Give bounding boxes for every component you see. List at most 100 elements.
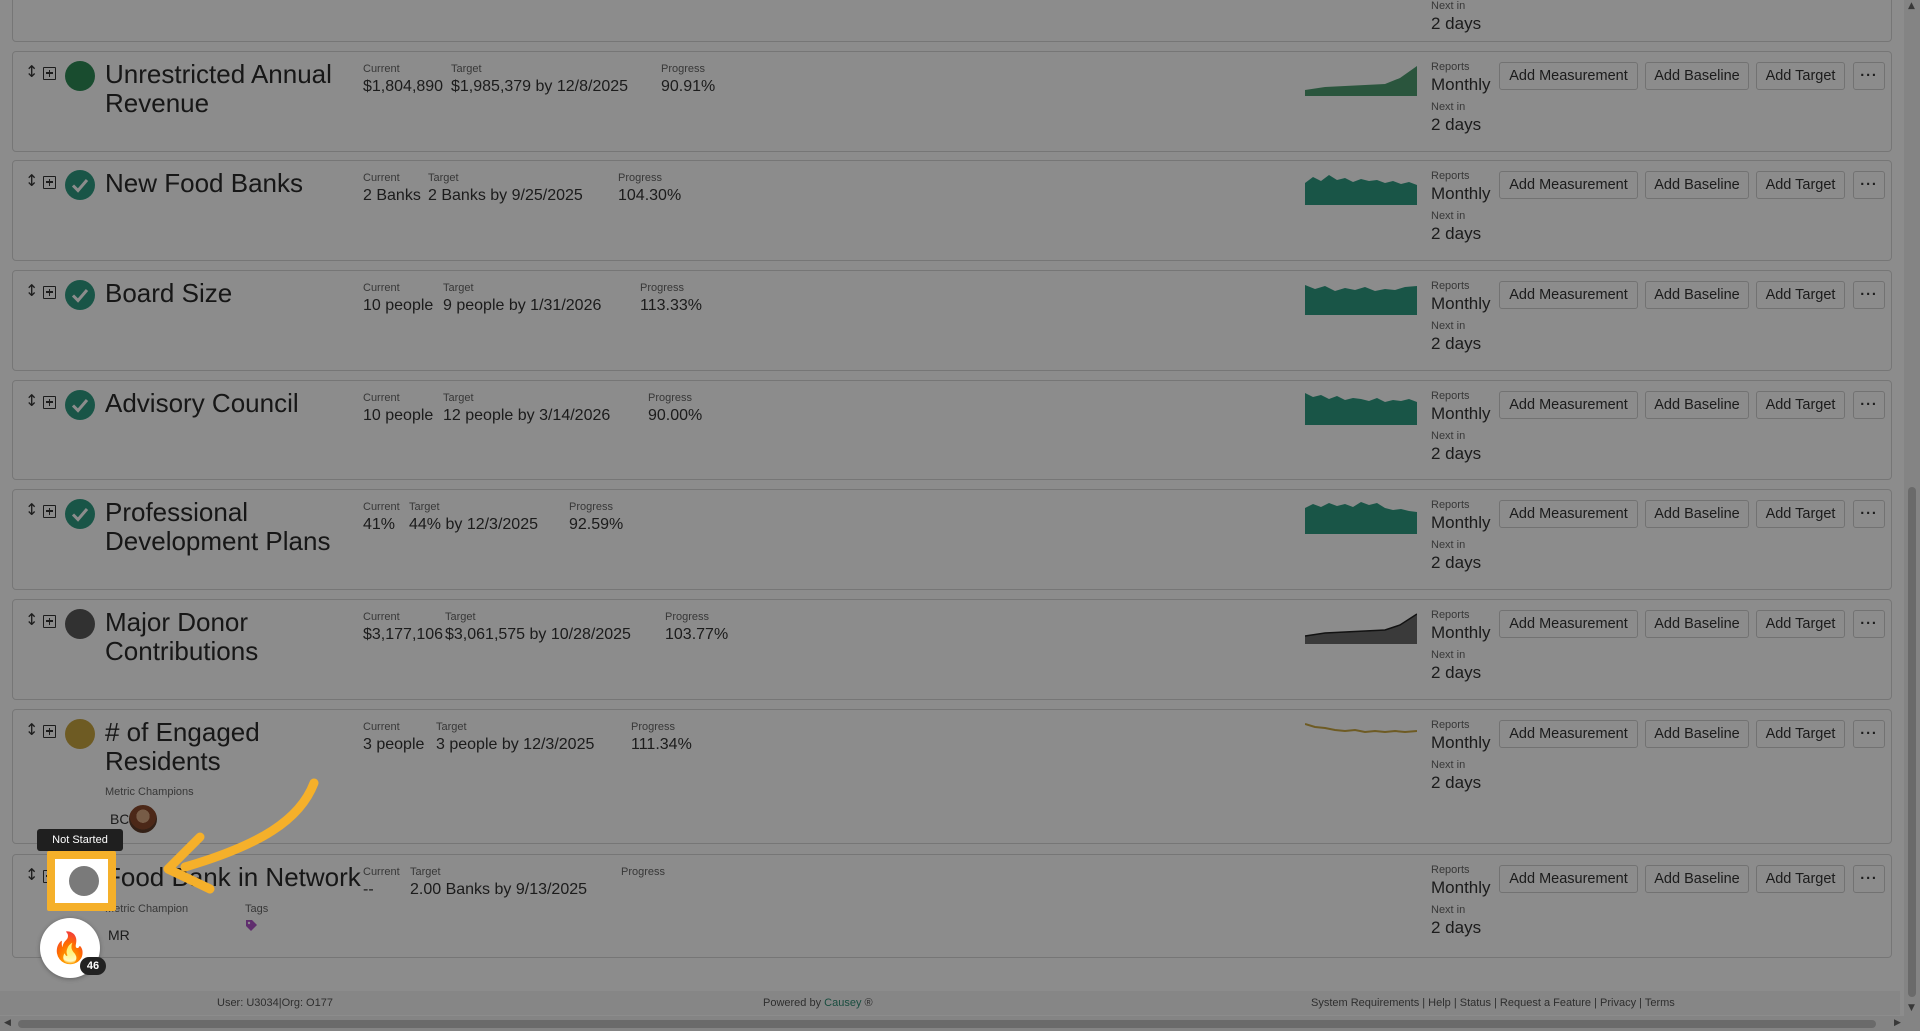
add-baseline-button[interactable]: Add Baseline	[1645, 610, 1749, 638]
add-measurement-button[interactable]: Add Measurement	[1499, 62, 1638, 90]
add-baseline-button[interactable]: Add Baseline	[1645, 500, 1749, 528]
not-started-status-icon[interactable]	[69, 866, 99, 896]
drag-handle-icon[interactable]: ↕	[25, 867, 38, 885]
expand-icon[interactable]	[43, 724, 56, 738]
reports-value: Monthly	[1431, 184, 1491, 203]
brand-link[interactable]: Causey	[824, 997, 861, 1009]
drag-handle-icon[interactable]: ↕	[25, 722, 38, 740]
metric-title[interactable]: New Food Banks	[105, 169, 360, 198]
drag-handle-icon[interactable]: ↕	[25, 612, 38, 630]
add-baseline-button[interactable]: Add Baseline	[1645, 281, 1749, 309]
add-measurement-button[interactable]: Add Measurement	[1499, 500, 1638, 528]
current-label: Current	[363, 282, 400, 294]
add-target-button[interactable]: Add Target	[1756, 62, 1845, 90]
metric-title[interactable]: Major Donor Contributions	[105, 608, 360, 666]
more-options-button[interactable]: ···	[1853, 62, 1885, 90]
add-target-button[interactable]: Add Target	[1756, 391, 1845, 419]
next-in-value: 2 days	[1431, 115, 1482, 134]
expand-icon[interactable]	[43, 614, 56, 628]
add-measurement-button[interactable]: Add Measurement	[1499, 865, 1638, 893]
sparkline	[1305, 613, 1417, 644]
more-options-button[interactable]: ···	[1853, 720, 1885, 748]
expand-icon[interactable]	[43, 395, 56, 409]
reports-label: Reports	[1431, 170, 1470, 182]
add-measurement-button[interactable]: Add Measurement	[1499, 171, 1638, 199]
more-options-button[interactable]: ···	[1853, 865, 1885, 893]
vertical-scrollbar[interactable]: ▲ ▼	[1904, 0, 1920, 1016]
progress-value: 92.59%	[569, 516, 624, 533]
status-on-track-icon[interactable]	[65, 61, 95, 91]
add-baseline-button[interactable]: Add Baseline	[1645, 171, 1749, 199]
vertical-scroll-thumb[interactable]	[1908, 487, 1916, 997]
add-target-button[interactable]: Add Target	[1756, 720, 1845, 748]
metric-title[interactable]: Professional Development Plans	[105, 498, 360, 556]
add-target-button[interactable]: Add Target	[1756, 865, 1845, 893]
add-target-button[interactable]: Add Target	[1756, 171, 1845, 199]
more-options-button[interactable]: ···	[1853, 281, 1885, 309]
current-value: 41%	[363, 516, 396, 533]
horizontal-scroll-thumb[interactable]	[18, 1020, 1876, 1028]
add-baseline-button[interactable]: Add Baseline	[1645, 865, 1749, 893]
more-options-button[interactable]: ···	[1853, 171, 1885, 199]
highlighted-status-icon[interactable]	[47, 851, 116, 911]
add-baseline-button[interactable]: Add Baseline	[1645, 62, 1749, 90]
add-measurement-button[interactable]: Add Measurement	[1499, 720, 1638, 748]
next-in-value: 2 days	[1431, 334, 1482, 353]
user-org-info: User: U3034|Org: O177	[217, 997, 333, 1009]
expand-icon[interactable]	[43, 504, 56, 518]
target-block: Target 44% by 12/3/2025	[409, 500, 538, 536]
drag-handle-icon[interactable]: ↕	[25, 283, 38, 301]
metric-title[interactable]: Board Size	[105, 279, 360, 308]
horizontal-scrollbar[interactable]: ◀ ▶	[0, 1016, 1920, 1031]
reports-block: Reports Monthly Next in 2 days	[1431, 169, 1491, 245]
next-in-value: 2 days	[1431, 663, 1482, 682]
status-at-risk-icon[interactable]	[65, 719, 95, 749]
status-complete-check-icon[interactable]	[65, 390, 95, 420]
current-label: Current	[363, 721, 400, 733]
scroll-right-arrow-icon[interactable]: ▶	[1894, 1018, 1901, 1028]
scroll-down-arrow-icon[interactable]: ▼	[1908, 1003, 1915, 1013]
add-baseline-button[interactable]: Add Baseline	[1645, 391, 1749, 419]
drag-handle-icon[interactable]: ↕	[25, 173, 38, 191]
notification-badge: 46	[80, 957, 106, 975]
metric-title[interactable]: Unrestricted Annual Revenue	[105, 60, 360, 118]
add-baseline-button[interactable]: Add Baseline	[1645, 720, 1749, 748]
drag-handle-icon[interactable]: ↕	[25, 64, 38, 82]
add-target-button[interactable]: Add Target	[1756, 281, 1845, 309]
target-value: 3 people by 12/3/2025	[436, 736, 595, 753]
add-target-button[interactable]: Add Target	[1756, 610, 1845, 638]
footer-links[interactable]: System Requirements | Help | Status | Re…	[1311, 997, 1675, 1009]
expand-icon[interactable]	[43, 175, 56, 189]
scroll-left-arrow-icon[interactable]: ◀	[4, 1018, 11, 1028]
reports-block: Reports Monthly Next in 2 days	[1431, 279, 1491, 355]
progress-value: 113.33%	[640, 297, 702, 314]
metric-card: ↕ Major Donor Contributions Current $3,17…	[12, 599, 1892, 700]
add-measurement-button[interactable]: Add Measurement	[1499, 610, 1638, 638]
reports-label: Reports	[1431, 864, 1470, 876]
add-measurement-button[interactable]: Add Measurement	[1499, 391, 1638, 419]
metric-card: ↕ Unrestricted Annual Revenue Current $1,…	[12, 51, 1892, 152]
metric-title[interactable]: Advisory Council	[105, 389, 360, 418]
add-measurement-button[interactable]: Add Measurement	[1499, 281, 1638, 309]
more-options-button[interactable]: ···	[1853, 610, 1885, 638]
expand-icon[interactable]	[43, 66, 56, 80]
target-label: Target	[443, 392, 474, 404]
status-complete-check-icon[interactable]	[65, 280, 95, 310]
next-in-label: Next in	[1431, 210, 1466, 222]
status-complete-check-icon[interactable]	[65, 170, 95, 200]
drag-handle-icon[interactable]: ↕	[25, 393, 38, 411]
drag-handle-icon[interactable]: ↕	[25, 502, 38, 520]
status-no-data-icon[interactable]	[65, 609, 95, 639]
status-complete-check-icon[interactable]	[65, 499, 95, 529]
scroll-up-arrow-icon[interactable]: ▲	[1908, 1, 1915, 11]
more-options-button[interactable]: ···	[1853, 391, 1885, 419]
tag-icon[interactable]	[245, 919, 258, 932]
reports-label: Reports	[1431, 280, 1470, 292]
more-options-button[interactable]: ···	[1853, 500, 1885, 528]
current-value: 10 people	[363, 407, 434, 424]
progress-block: Progress 90.00%	[648, 391, 702, 427]
expand-icon[interactable]	[43, 285, 56, 299]
metric-title[interactable]: # of Engaged Residents	[105, 718, 360, 776]
add-target-button[interactable]: Add Target	[1756, 500, 1845, 528]
next-in-value: 2 days	[1431, 14, 1482, 33]
